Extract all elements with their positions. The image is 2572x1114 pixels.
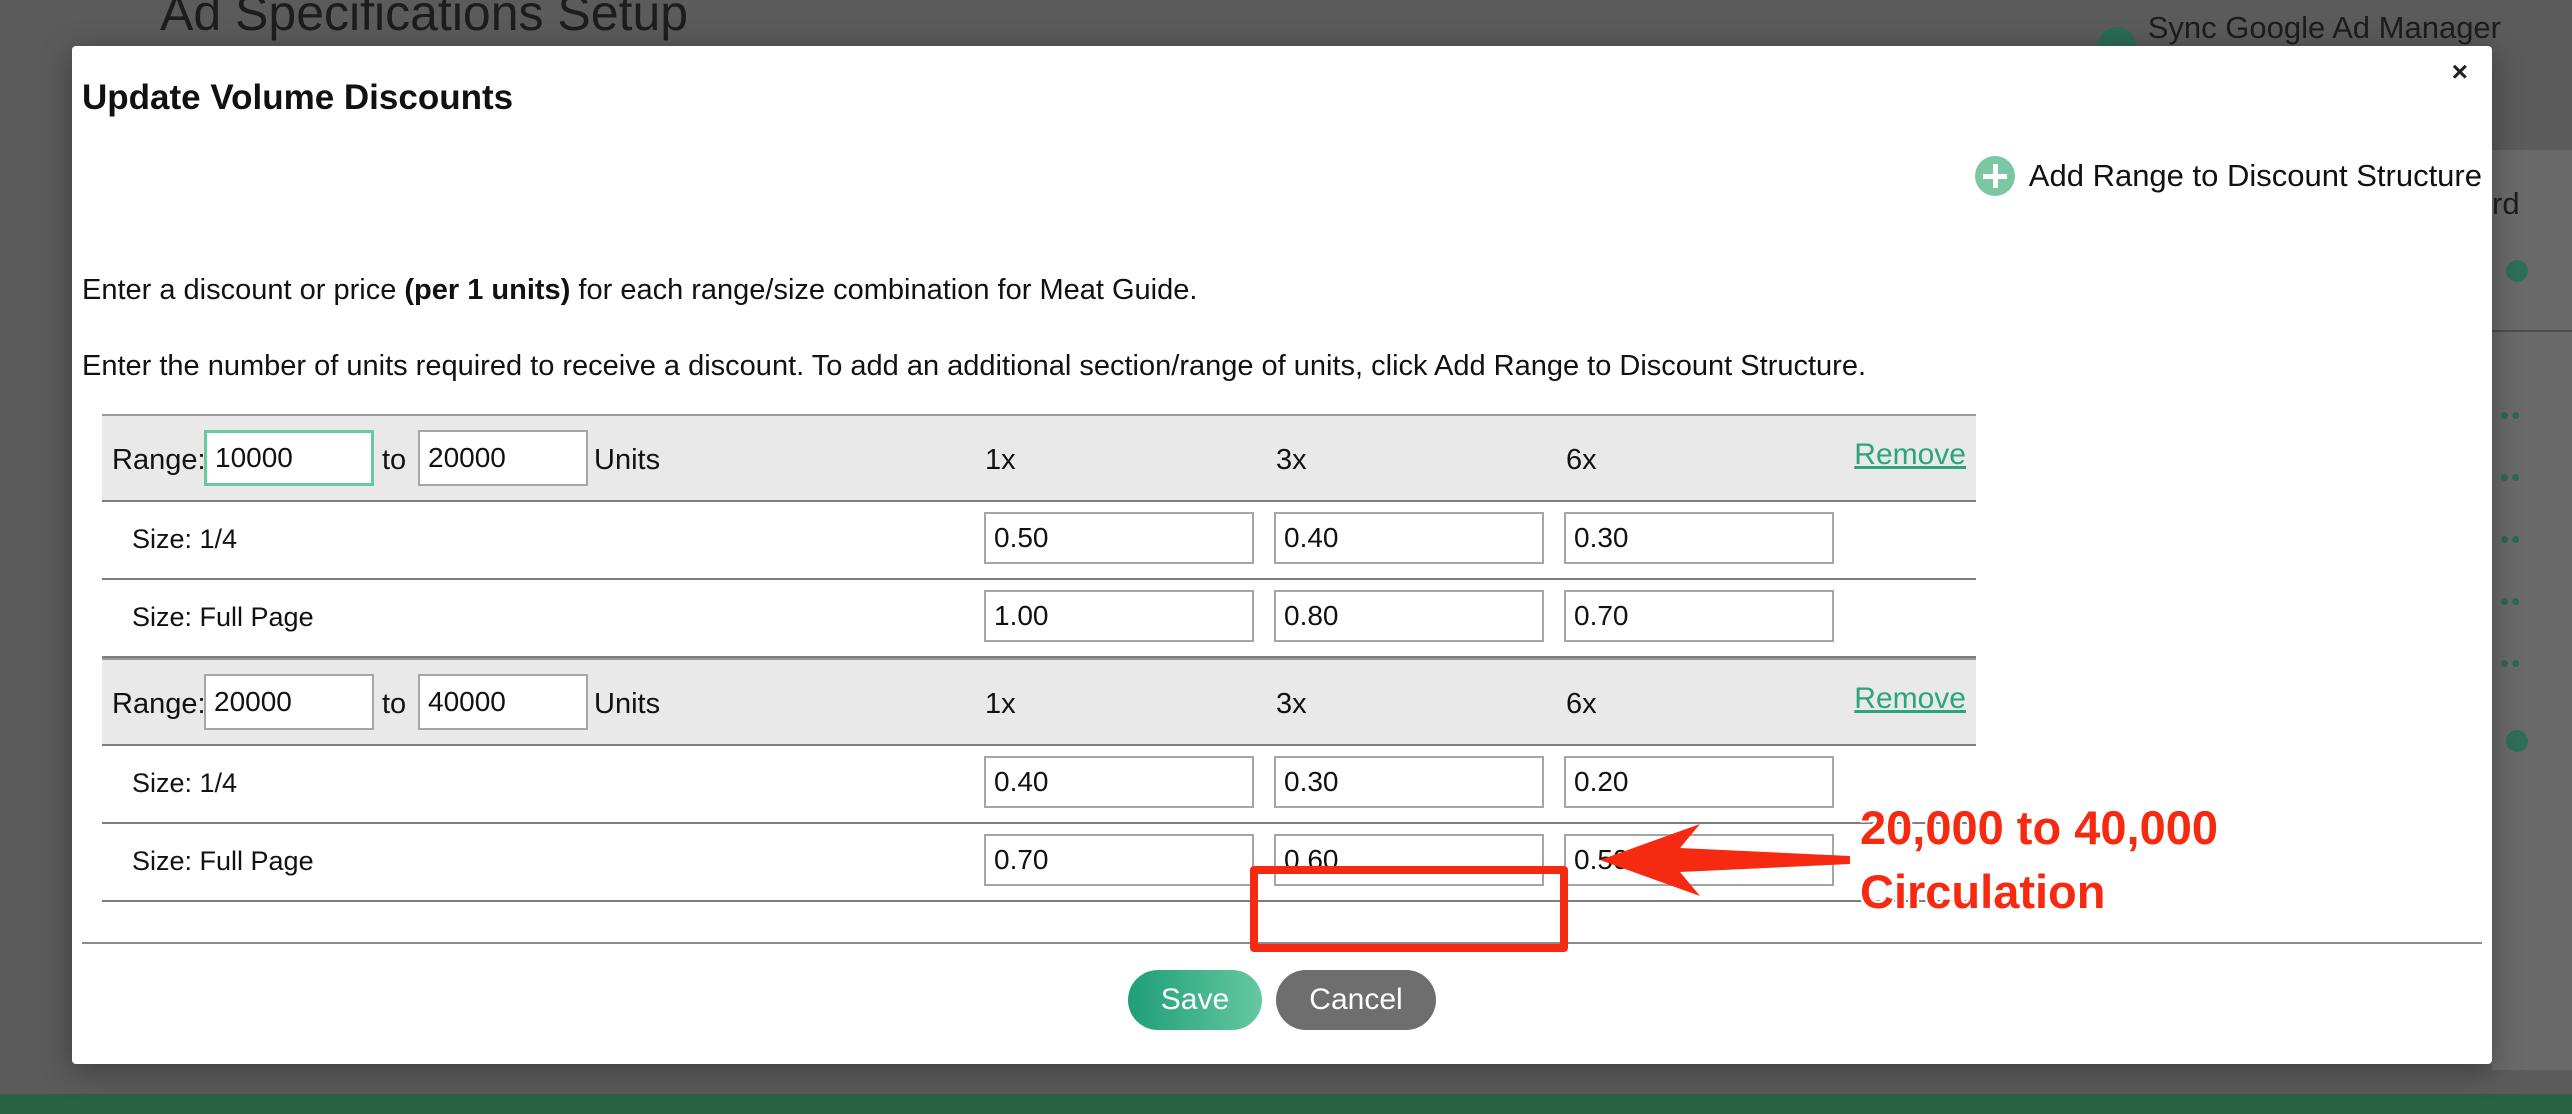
discount-input-6x[interactable] (1564, 512, 1834, 564)
discount-input-6x[interactable] (1564, 756, 1834, 808)
range-from-input[interactable] (204, 430, 374, 486)
size-label: Size: Full Page (132, 846, 314, 876)
annotation-line2: Circulation (1860, 865, 2106, 918)
annotation-line1: 20,000 to 40,000 (1860, 801, 2218, 854)
units-label: Units (594, 444, 661, 476)
add-range-button[interactable]: Add Range to Discount Structure (1974, 156, 2482, 196)
column-header-1x: 1x (985, 444, 1016, 476)
range-to-input[interactable] (418, 674, 588, 730)
discount-input-1x[interactable] (984, 512, 1254, 564)
range-row: Range: to Units 1x 3x 6x Remove (102, 658, 1976, 746)
size-row: Size: 1/4 (102, 746, 1976, 824)
column-header-1x: 1x (985, 688, 1016, 720)
save-button[interactable]: Save (1128, 970, 1262, 1030)
size-label: Size: Full Page (132, 602, 314, 632)
size-label: Size: 1/4 (132, 768, 238, 798)
discount-input-6x[interactable] (1564, 590, 1834, 642)
column-header-6x: 6x (1566, 444, 1597, 476)
divider (2492, 330, 2572, 332)
range-label: Range: (112, 444, 206, 476)
discount-input-3x[interactable] (1274, 590, 1544, 642)
column-header-3x: 3x (1276, 444, 1307, 476)
background-side-text: rd (2492, 186, 2520, 221)
status-dot-icon (2506, 730, 2528, 752)
plus-circle-icon (1974, 156, 2015, 196)
range-label: Range: (112, 688, 206, 720)
units-label: Units (594, 688, 661, 720)
size-row: Size: Full Page (102, 580, 1976, 658)
remove-range-link[interactable]: Remove (1854, 438, 1966, 472)
range-to-input[interactable] (418, 430, 588, 486)
background-page-title: Ad Specifications Setup (160, 0, 689, 41)
more-icon: •• (2500, 524, 2523, 554)
range-from-input[interactable] (204, 674, 374, 730)
background-side-panel: rd •• •• •• •• •• (2492, 150, 2572, 1070)
more-icon: •• (2500, 462, 2523, 492)
discount-input-3x[interactable] (1274, 756, 1544, 808)
size-row: Size: 1/4 (102, 502, 1976, 580)
close-icon[interactable]: × (2452, 56, 2468, 88)
column-header-3x: 3x (1276, 688, 1307, 720)
intro-text-suffix: for each range/size combination for Meat… (570, 274, 1198, 306)
more-icon: •• (2500, 586, 2523, 616)
add-range-label: Add Range to Discount Structure (2028, 158, 2482, 193)
highlight-box (1250, 866, 1568, 952)
instructions-text: Enter the number of units required to re… (82, 350, 1867, 382)
status-dot-icon (2506, 260, 2528, 282)
column-header-6x: 6x (1566, 688, 1597, 720)
discount-input-1x[interactable] (984, 756, 1254, 808)
more-icon: •• (2500, 648, 2523, 678)
size-label: Size: 1/4 (132, 524, 238, 554)
intro-text-prefix: Enter a discount or price (82, 274, 405, 306)
cancel-button[interactable]: Cancel (1276, 970, 1436, 1030)
intro-text: Enter a discount or price (per 1 units) … (82, 274, 1197, 307)
background-footer-bar (0, 1094, 2572, 1114)
dialog-title: Update Volume Discounts (82, 78, 514, 117)
discount-input-3x[interactable] (1274, 512, 1544, 564)
discount-input-1x[interactable] (984, 834, 1254, 886)
more-icon: •• (2500, 400, 2523, 430)
red-arrow-icon (1600, 824, 1850, 896)
annotation-label: 20,000 to 40,000 Circulation (1860, 796, 2218, 924)
discount-input-1x[interactable] (984, 590, 1254, 642)
remove-range-link[interactable]: Remove (1854, 682, 1966, 716)
range-row: Range: to Units 1x 3x 6x Remove (102, 414, 1976, 502)
intro-text-bold: (per 1 units) (404, 274, 571, 306)
to-label: to (382, 688, 407, 720)
to-label: to (382, 444, 407, 476)
